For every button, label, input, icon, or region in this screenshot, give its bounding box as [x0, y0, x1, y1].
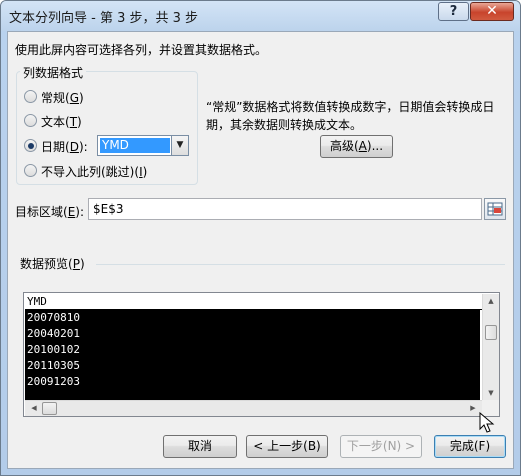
title-bar[interactable]: 文本分列向导 - 第 3 步，共 3 步 ? ✕ [1, 1, 520, 31]
close-icon: ✕ [486, 3, 498, 19]
close-button[interactable]: ✕ [470, 2, 514, 21]
vertical-scroll-thumb[interactable] [485, 325, 497, 340]
chevron-down-icon[interactable]: ▼ [171, 136, 188, 155]
scroll-left-icon[interactable]: ◀ [27, 401, 41, 416]
preview-row: 20040201 [27, 327, 80, 340]
radio-general-indicator[interactable] [24, 90, 37, 103]
help-button[interactable]: ? [438, 2, 469, 21]
preview-column-header[interactable]: YMD [25, 294, 482, 310]
preview-row: 20110305 [27, 359, 80, 372]
radio-text-indicator[interactable] [24, 114, 37, 127]
radio-skip-indicator[interactable] [24, 164, 37, 177]
radio-text-label: 文本(T) [41, 115, 82, 129]
date-format-dropdown[interactable]: YMD ▼ [97, 135, 189, 156]
window-title: 文本分列向导 - 第 3 步，共 3 步 [9, 11, 199, 26]
instruction-text: 使用此屏内容可选择各列，并设置其数据格式。 [15, 43, 268, 57]
preview-horizontal-scrollbar[interactable]: ◀ ▶ [25, 400, 482, 416]
text-to-columns-wizard-window: 文本分列向导 - 第 3 步，共 3 步 ? ✕ 使用此屏内容可选择各列，并设置… [0, 0, 521, 476]
scroll-right-icon[interactable]: ▶ [466, 401, 480, 416]
preview-separator [96, 264, 505, 265]
preview-column-data[interactable]: 20070810 20040201 20100102 20110305 2009… [25, 310, 480, 400]
range-select-icon [487, 202, 503, 216]
next-button[interactable]: 下一步(N) > [340, 435, 422, 458]
destination-input[interactable] [88, 198, 482, 220]
radio-general-label: 常规(G) [41, 91, 84, 105]
cancel-button[interactable]: 取消 [163, 435, 237, 458]
range-select-button[interactable] [484, 198, 506, 220]
radio-skip-label: 不导入此列(跳过)(I) [41, 165, 148, 179]
advanced-button[interactable]: 高级(A)... [320, 135, 393, 158]
format-description: “常规”数据格式将数值转换成数字，日期值会转换成日期，其余数据则转换成文本。 [206, 100, 495, 132]
preview-row: 20070810 [27, 311, 80, 324]
scroll-down-icon[interactable]: ▼ [483, 386, 499, 400]
horizontal-scroll-thumb[interactable] [42, 402, 57, 415]
radio-date-indicator[interactable] [24, 139, 37, 152]
finish-button[interactable]: 完成(F) [434, 435, 506, 458]
dialog-body: 使用此屏内容可选择各列，并设置其数据格式。 列数据格式 常规(G) 文本(T) … [7, 31, 514, 469]
scroll-up-icon[interactable]: ▲ [483, 294, 499, 308]
destination-label: 目标区域(E): [15, 205, 85, 219]
data-preview-title: 数据预览(P) [20, 257, 85, 271]
preview-row: 20100102 [27, 343, 80, 356]
radio-date-label: 日期(D): [41, 140, 88, 154]
back-button[interactable]: < 上一步(B) [246, 435, 328, 458]
preview-row: 20091203 [27, 375, 80, 388]
mouse-pointer-icon [479, 412, 495, 433]
preview-vertical-scrollbar[interactable]: ▲ ▼ [482, 294, 499, 400]
data-preview-box[interactable]: YMD 20070810 20040201 20100102 20110305 … [23, 292, 500, 417]
help-icon: ? [449, 4, 458, 19]
date-format-value: YMD [100, 138, 170, 153]
column-format-group-title: 列数据格式 [20, 64, 87, 81]
